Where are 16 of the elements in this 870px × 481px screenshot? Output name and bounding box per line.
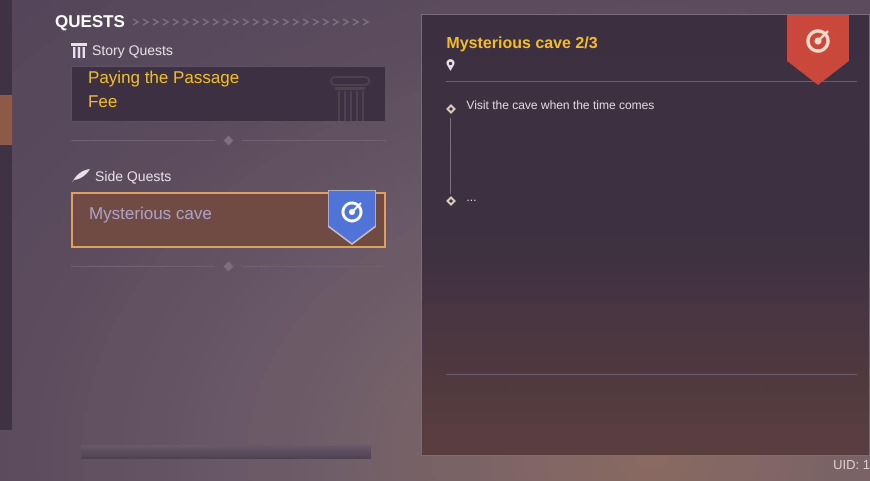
quest-item[interactable]: Paying the Passage Fee bbox=[71, 66, 386, 122]
quest-name: Paying the Passage Fee bbox=[88, 67, 240, 113]
quest-title: Mysterious cave 2/3 bbox=[446, 35, 598, 53]
quest-name: Mysterious cave bbox=[89, 203, 213, 225]
diamond-icon bbox=[446, 104, 456, 114]
pillar-icon bbox=[329, 75, 372, 121]
objective-text: Visit the cave when the time comes bbox=[466, 98, 654, 112]
section-title: Story Quests bbox=[92, 42, 173, 58]
section-title: Side Quests bbox=[95, 168, 172, 184]
location-pin-icon bbox=[446, 59, 456, 71]
diamond-icon bbox=[446, 196, 456, 206]
feather-icon bbox=[71, 168, 90, 184]
panel-title: QUESTS bbox=[55, 12, 125, 32]
objective-text: ... bbox=[466, 190, 476, 204]
column-icon bbox=[71, 42, 87, 58]
uid-text: UID: 1 bbox=[833, 457, 870, 472]
